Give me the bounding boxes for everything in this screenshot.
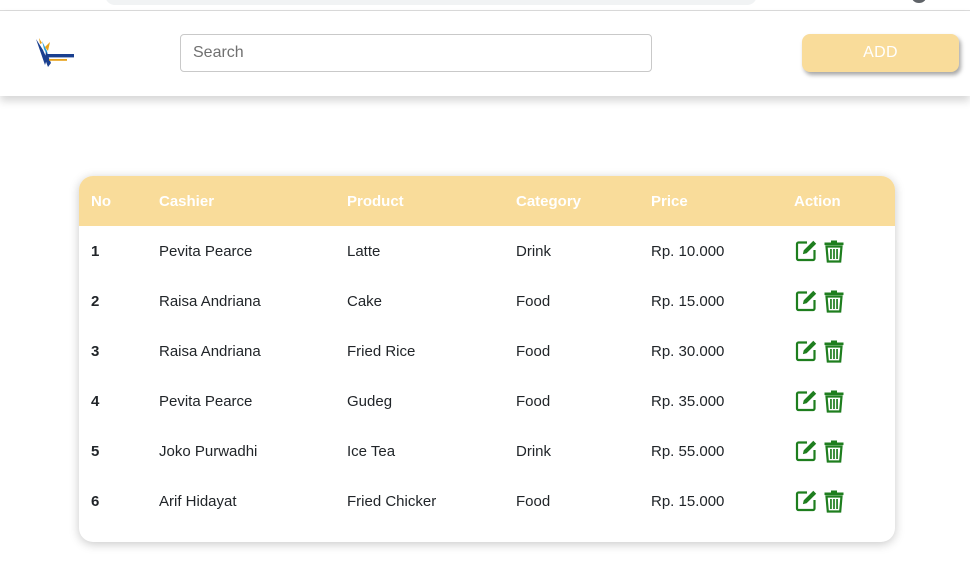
row-number: 4 — [91, 392, 100, 410]
row-cashier: Pevita Pearce — [159, 392, 253, 410]
table-header: No Cashier Product Category Price Action — [79, 176, 895, 226]
add-button[interactable]: ADD — [802, 34, 959, 72]
trash-icon[interactable] — [822, 339, 846, 363]
column-header-action: Action — [794, 192, 841, 210]
table-row: 6 Arif Hidayat Fried Chicker Food Rp. 15… — [79, 476, 895, 526]
row-action-group — [794, 339, 895, 363]
row-number: 3 — [91, 342, 100, 360]
row-cashier: Joko Purwadhi — [159, 442, 258, 460]
search-input[interactable] — [180, 34, 652, 72]
row-price: Rp. 10.000 — [651, 242, 725, 260]
edit-icon[interactable] — [794, 239, 818, 263]
row-category: Food — [516, 492, 551, 510]
trash-icon[interactable] — [822, 389, 846, 413]
trash-icon-glyph — [824, 440, 844, 463]
top-navbar: ADD — [0, 11, 970, 96]
row-cashier: Raisa Andriana — [159, 342, 261, 360]
row-category: Food — [516, 342, 551, 360]
edit-icon[interactable] — [794, 289, 818, 313]
address-bar[interactable] — [105, 0, 757, 5]
row-actions — [794, 476, 895, 526]
column-header-product: Product — [347, 192, 404, 210]
row-actions — [794, 276, 895, 326]
row-number: 6 — [91, 492, 100, 510]
trash-icon-glyph — [824, 390, 844, 413]
row-category: Drink — [516, 442, 552, 460]
edit-icon[interactable] — [794, 439, 818, 463]
row-product: Fried Rice — [347, 342, 416, 360]
row-actions — [794, 376, 895, 426]
row-price: Rp. 15.000 — [651, 492, 725, 510]
trash-icon-glyph — [824, 240, 844, 263]
trash-icon-glyph — [824, 490, 844, 513]
row-price: Rp. 55.000 — [651, 442, 725, 460]
table-row: 2 Raisa Andriana Cake Food Rp. 15.000 — [79, 276, 895, 326]
trash-icon[interactable] — [822, 289, 846, 313]
edit-icon-glyph — [795, 440, 817, 462]
edit-icon[interactable] — [794, 489, 818, 513]
row-number: 5 — [91, 442, 100, 460]
trash-icon[interactable] — [822, 439, 846, 463]
trash-icon-glyph — [824, 290, 844, 313]
table-row: 3 Raisa Andriana Fried Rice Food Rp. 30.… — [79, 326, 895, 376]
row-actions — [794, 326, 895, 376]
edit-icon[interactable] — [794, 339, 818, 363]
row-cashier: Arif Hidayat — [159, 492, 237, 510]
column-header-price: Price — [651, 192, 688, 210]
row-action-group — [794, 389, 895, 413]
row-product: Ice Tea — [347, 442, 396, 460]
table-header-row: No Cashier Product Category Price Action — [79, 176, 895, 226]
row-product: Latte — [347, 242, 381, 260]
column-header-cashier: Cashier — [159, 192, 215, 210]
edit-icon[interactable] — [794, 389, 818, 413]
row-actions — [794, 226, 895, 276]
column-header-category: Category — [516, 192, 582, 210]
hummingbird-logo-icon — [36, 38, 74, 67]
row-product: Fried Chicker — [347, 492, 437, 510]
history-table-card: No Cashier Product Category Price Action… — [79, 176, 895, 542]
browser-chrome-strip — [0, 0, 970, 11]
row-price: Rp. 35.000 — [651, 392, 725, 410]
row-action-group — [794, 439, 895, 463]
history-table: No Cashier Product Category Price Action… — [79, 176, 895, 526]
row-price: Rp. 30.000 — [651, 342, 725, 360]
profile-icon[interactable] — [912, 0, 926, 3]
row-product: Cake — [347, 292, 383, 310]
trash-icon-glyph — [824, 340, 844, 363]
row-price: Rp. 15.000 — [651, 292, 725, 310]
edit-icon-glyph — [795, 240, 817, 262]
row-category: Drink — [516, 242, 552, 260]
trash-icon[interactable] — [822, 239, 846, 263]
row-action-group — [794, 239, 895, 263]
column-header-no: No — [91, 192, 111, 210]
trash-icon[interactable] — [822, 489, 846, 513]
table-row: 4 Pevita Pearce Gudeg Food Rp. 35.000 — [79, 376, 895, 426]
row-category: Food — [516, 292, 551, 310]
row-action-group — [794, 289, 895, 313]
row-cashier: Pevita Pearce — [159, 242, 253, 260]
row-action-group — [794, 489, 895, 513]
table-body: 1 Pevita Pearce Latte Drink Rp. 10.000 2… — [79, 226, 895, 526]
row-category: Food — [516, 392, 551, 410]
row-actions — [794, 426, 895, 476]
row-product: Gudeg — [347, 392, 393, 410]
row-number: 2 — [91, 292, 100, 310]
edit-icon-glyph — [795, 390, 817, 412]
edit-icon-glyph — [795, 490, 817, 512]
brand-logo[interactable] — [33, 37, 77, 69]
edit-icon-glyph — [795, 290, 817, 312]
table-row: 5 Joko Purwadhi Ice Tea Drink Rp. 55.000 — [79, 426, 895, 476]
table-row: 1 Pevita Pearce Latte Drink Rp. 10.000 — [79, 226, 895, 276]
row-cashier: Raisa Andriana — [159, 292, 261, 310]
edit-icon-glyph — [795, 340, 817, 362]
row-number: 1 — [91, 242, 100, 260]
